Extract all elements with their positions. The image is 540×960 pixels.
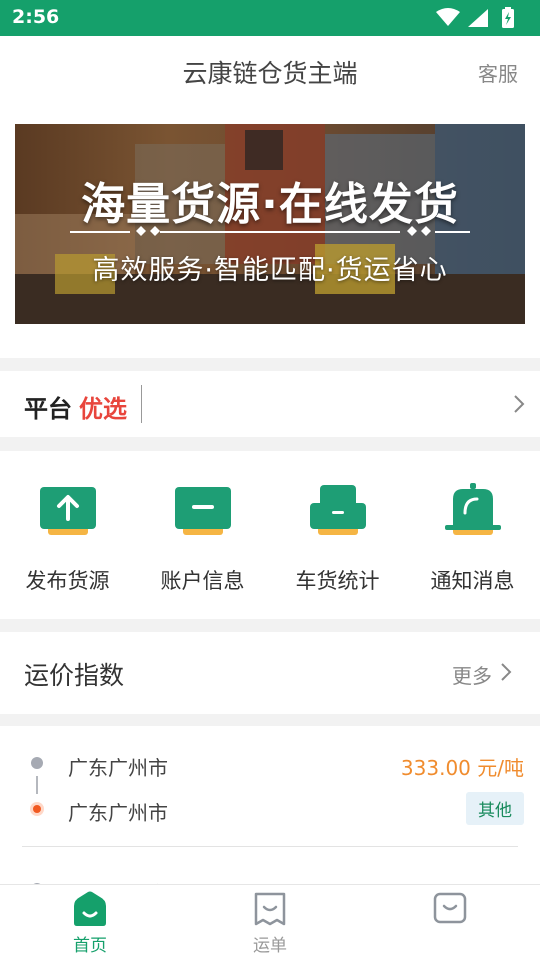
wifi-icon	[436, 8, 460, 26]
route-divider	[22, 846, 518, 847]
user-icon	[433, 892, 467, 924]
more-button[interactable]: 更多	[452, 660, 492, 689]
account-box-icon	[175, 487, 231, 535]
signal-icon	[468, 9, 488, 27]
platform-selection-row[interactable]: 平台 优选	[0, 371, 540, 437]
status-time: 2:56	[12, 6, 60, 28]
tab-waybill[interactable]: 运单	[180, 885, 360, 960]
route-list: 广东广州市 广东广州市 333.00 元/吨 其他 广东广州市 333.00 元…	[0, 726, 540, 886]
upload-box-icon	[40, 487, 96, 535]
route-connector	[36, 776, 38, 794]
promo-banner[interactable]: 海量货源·在线发货 高效服务·智能匹配·货运省心	[15, 124, 525, 324]
status-bar: 2:56	[0, 0, 540, 36]
banner-subtitle: 高效服务·智能匹配·货运省心	[92, 255, 448, 286]
quick-actions: 发布货源 账户信息 车货统计 通知消息	[0, 451, 540, 619]
status-icons	[436, 7, 514, 28]
platform-label: 平台	[24, 395, 72, 423]
route-item[interactable]: 广东广州市 广东广州市 333.00 元/吨 其他	[0, 726, 540, 846]
waybill-icon	[254, 892, 286, 926]
price-index-title: 运价指数	[24, 661, 125, 690]
platform-divider	[141, 385, 142, 423]
chevron-right-icon	[514, 395, 525, 413]
quick-action-label: 车货统计	[295, 569, 380, 593]
bell-icon	[445, 483, 501, 535]
quick-action-label: 通知消息	[430, 569, 515, 593]
tab-mine[interactable]	[360, 885, 540, 960]
route-price: 333.00 元/吨	[400, 756, 524, 780]
quick-action-account[interactable]: 账户信息	[135, 451, 270, 619]
origin-dot-icon	[31, 757, 43, 769]
route-destination: 广东广州市	[68, 801, 168, 825]
customer-service-button[interactable]: 客服	[478, 58, 518, 87]
quick-action-statistics[interactable]: 车货统计	[270, 451, 405, 619]
app-header: 云康链仓货主端 客服	[0, 36, 540, 106]
chevron-right-icon	[501, 663, 512, 681]
quick-action-publish[interactable]: 发布货源	[0, 451, 135, 619]
page-title: 云康链仓货主端	[182, 59, 358, 88]
banner-section: 海量货源·在线发货 高效服务·智能匹配·货运省心	[0, 106, 540, 358]
banner-diamond-icons	[136, 226, 431, 236]
truck-icon	[310, 485, 366, 535]
route-origin: 广东广州市	[68, 756, 168, 780]
route-item-partial[interactable]: 广东广州市 333.00 元/吨	[0, 852, 540, 886]
quick-action-label: 发布货源	[25, 569, 110, 593]
platform-highlight-label: 优选	[79, 395, 127, 423]
tab-label: 首页	[73, 936, 107, 956]
quick-action-label: 账户信息	[160, 569, 245, 593]
quick-action-notifications[interactable]: 通知消息	[405, 451, 540, 619]
destination-dot-icon	[30, 802, 44, 816]
route-tag: 其他	[466, 792, 524, 825]
battery-icon	[502, 7, 514, 28]
tab-home[interactable]: 首页	[0, 885, 180, 960]
tab-label: 运单	[253, 936, 287, 956]
home-icon	[74, 891, 106, 926]
price-index-header: 运价指数 更多	[0, 632, 540, 714]
bottom-tab-bar: 首页 运单	[0, 884, 540, 960]
